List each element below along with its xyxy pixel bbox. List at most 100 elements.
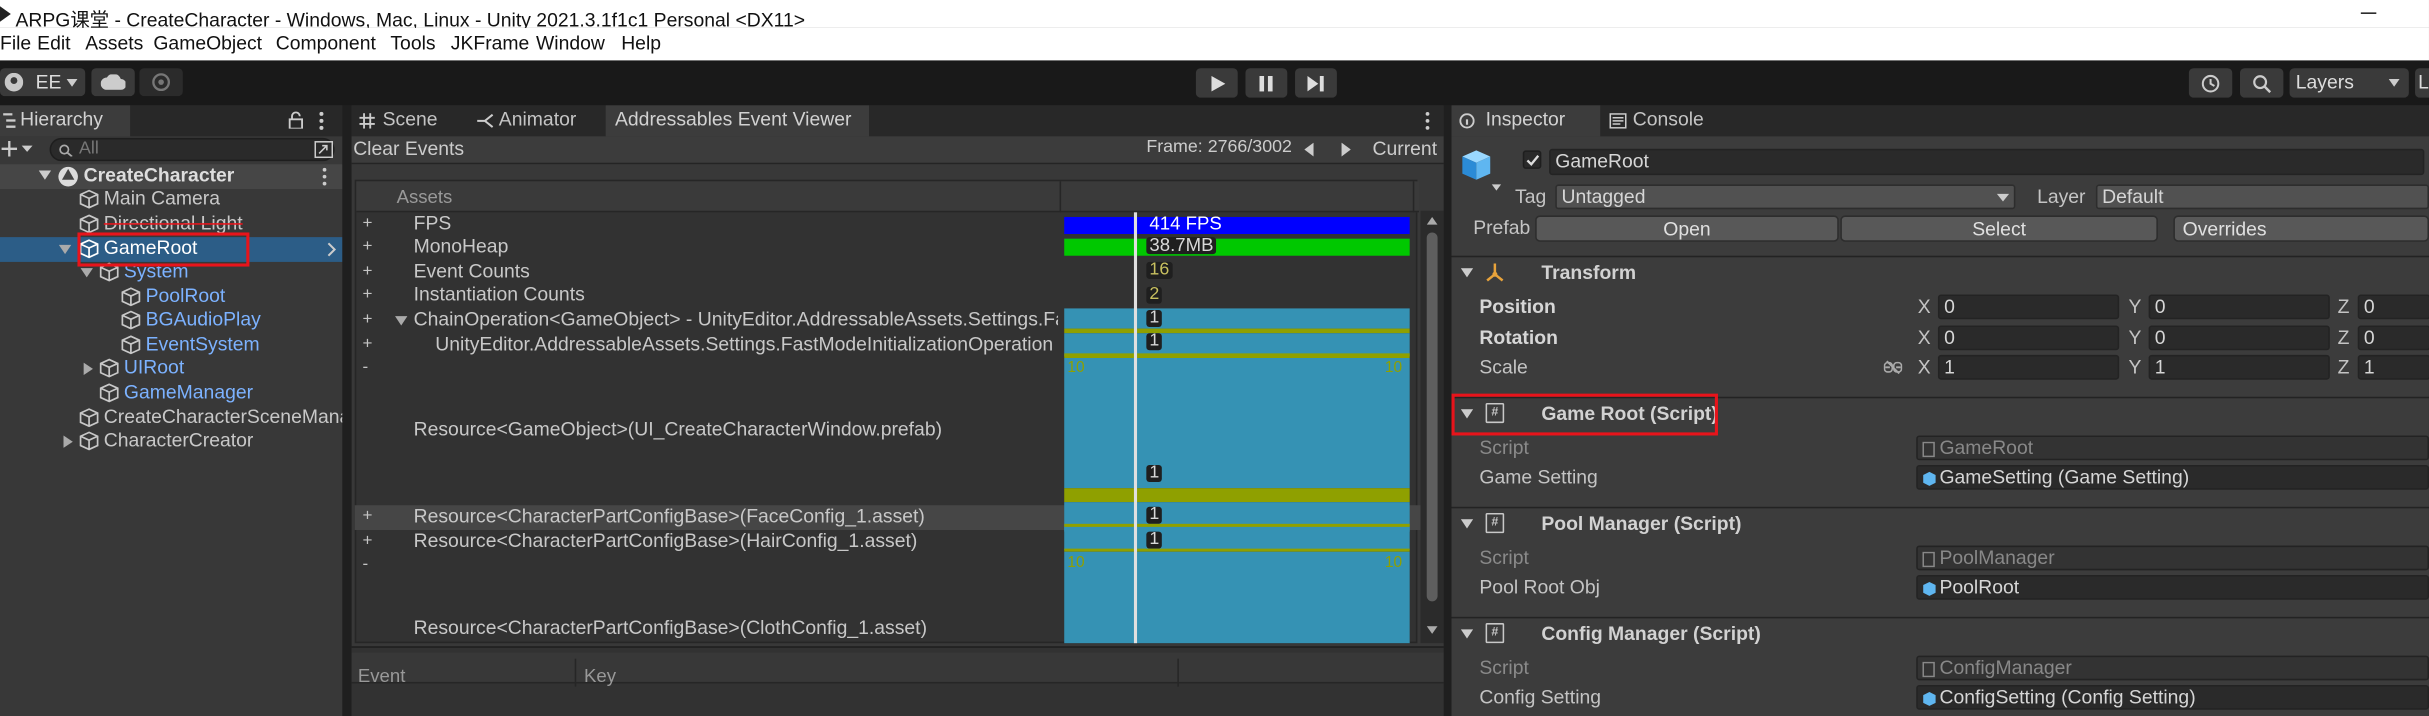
layout-dropdown[interactable]: L xyxy=(2415,68,2429,98)
hierarchy-item[interactable]: EventSystem xyxy=(0,333,342,358)
tab-scene[interactable]: Scene xyxy=(352,105,471,136)
menu-tools[interactable]: Tools xyxy=(390,33,435,55)
asset-row[interactable]: + FPS xyxy=(355,212,1058,237)
link-icon[interactable] xyxy=(1883,360,1903,375)
collapse-arrow-icon[interactable] xyxy=(1460,519,1474,529)
pause-button[interactable] xyxy=(1245,68,1288,98)
search-button[interactable] xyxy=(2239,68,2284,98)
rotation-x-input[interactable]: 0 xyxy=(1937,325,2120,351)
expand-arrow-icon[interactable] xyxy=(395,315,408,327)
more-icon[interactable] xyxy=(1425,112,1430,131)
game-root-object-field[interactable]: GameSetting (Game Setting) xyxy=(1916,464,2429,490)
current-frame-button[interactable]: Current xyxy=(1373,138,1438,160)
hierarchy-item[interactable]: CreateCharacterSceneManager xyxy=(0,406,342,431)
expand-button[interactable]: + xyxy=(362,532,372,551)
more-icon[interactable] xyxy=(322,167,327,186)
collapse-button[interactable]: - xyxy=(362,358,368,377)
asset-row[interactable]: + Resource<CharacterPartConfigBase>(HairC… xyxy=(355,530,1058,555)
config-manager-object-field[interactable]: ConfigSetting (Config Setting) xyxy=(1916,685,2429,710)
history-button[interactable] xyxy=(2188,68,2233,98)
cloud-button[interactable] xyxy=(91,68,135,97)
menu-file[interactable]: File xyxy=(0,33,31,55)
asset-row[interactable]: Resource<CharacterPartConfigBase>(ClothC… xyxy=(355,617,1058,642)
expand-arrow-icon[interactable] xyxy=(58,243,72,255)
asset-row[interactable]: + Resource<CharacterPartConfigBase>(FaceC… xyxy=(355,505,1058,530)
collapse-arrow-icon[interactable] xyxy=(62,435,74,448)
asset-row[interactable]: + ChainOperation<GameObject> - UnityEdito… xyxy=(355,308,1058,333)
tab-animator[interactable]: Animator xyxy=(471,105,607,136)
menu-gameobject[interactable]: GameObject xyxy=(153,33,262,55)
scroll-down-icon[interactable] xyxy=(1426,626,1438,634)
collapse-arrow-icon[interactable] xyxy=(1460,629,1474,639)
pool-manager-object-field[interactable]: PoolRoot xyxy=(1916,574,2429,600)
scale-y-input[interactable]: 1 xyxy=(2148,354,2330,380)
collapse-button[interactable]: - xyxy=(362,555,368,574)
menu-window[interactable]: Window xyxy=(536,33,605,55)
vertical-scrollbar[interactable] xyxy=(1420,210,1444,644)
pool-manager-script-header[interactable]: # Pool Manager (Script) xyxy=(1451,506,2429,541)
hierarchy-item[interactable]: CharacterCreator xyxy=(0,429,342,454)
rotation-z-input[interactable]: 0 xyxy=(2357,325,2429,351)
expand-button[interactable]: + xyxy=(362,335,372,354)
asset-row[interactable]: + MonoHeap xyxy=(355,236,1058,261)
hierarchy-search[interactable]: All xyxy=(49,137,335,162)
prefab-overrides-dropdown[interactable]: Overrides xyxy=(2173,215,2429,242)
hierarchy-item[interactable]: Main Camera xyxy=(0,188,342,213)
minimize-button[interactable] xyxy=(2360,12,2377,14)
expand-button[interactable]: + xyxy=(362,285,372,304)
menu-help[interactable]: Help xyxy=(621,33,661,55)
frame-cursor[interactable] xyxy=(1133,212,1138,644)
expand-button[interactable]: + xyxy=(362,310,372,329)
tab-hierarchy[interactable]: Hierarchy xyxy=(0,105,131,137)
tab-addressables-event-viewer[interactable]: Addressables Event Viewer xyxy=(605,105,870,137)
lock-icon[interactable] xyxy=(288,111,304,129)
rotation-y-input[interactable]: 0 xyxy=(2148,325,2330,351)
menu-assets[interactable]: Assets xyxy=(85,33,143,55)
tab-console[interactable]: Console xyxy=(1603,105,1727,136)
scroll-up-icon[interactable] xyxy=(1426,216,1438,225)
clear-events-button[interactable]: Clear Events xyxy=(353,138,464,160)
hierarchy-item[interactable]: BGAudioPlay xyxy=(0,308,342,333)
more-icon[interactable] xyxy=(319,111,324,131)
object-name-input[interactable]: GameRoot xyxy=(1549,148,2425,176)
asset-row[interactable]: + UnityEditor.AddressableAssets.Settings.… xyxy=(355,333,1058,358)
next-frame-icon[interactable] xyxy=(1341,142,1351,157)
asset-row[interactable]: + Instantiation Counts xyxy=(355,284,1058,309)
step-button[interactable] xyxy=(1295,68,1337,98)
hierarchy-item[interactable]: GameManager xyxy=(0,381,342,406)
config-manager-script-header[interactable]: # Config Manager (Script) xyxy=(1451,616,2429,651)
scale-x-input[interactable]: 1 xyxy=(1937,354,2120,380)
active-checkbox[interactable] xyxy=(1522,150,1542,169)
filter-icon[interactable] xyxy=(314,141,334,159)
add-icon[interactable] xyxy=(1,139,36,158)
expand-arrow-icon[interactable] xyxy=(38,170,52,181)
position-x-input[interactable]: 0 xyxy=(1937,294,2120,320)
expand-button[interactable]: + xyxy=(362,237,372,256)
position-z-input[interactable]: 0 xyxy=(2357,294,2429,320)
expand-button[interactable]: + xyxy=(362,214,372,233)
menu-jkframe[interactable]: JKFrame xyxy=(451,33,530,55)
layer-dropdown[interactable]: Default xyxy=(2095,184,2429,210)
collapse-arrow-icon[interactable] xyxy=(82,362,94,376)
prefab-open-button[interactable]: Open xyxy=(1535,215,1839,242)
asset-row[interactable]: + Event Counts xyxy=(355,260,1058,285)
tab-inspector[interactable]: Inspector xyxy=(1451,105,1601,137)
transform-header[interactable]: Transform xyxy=(1451,255,2429,290)
prev-frame-icon[interactable] xyxy=(1304,142,1314,157)
menu-component[interactable]: Component xyxy=(276,33,376,55)
asset-row[interactable]: Resource<GameObject>(UI_CreateCharacterW… xyxy=(355,418,1058,443)
expand-arrow-icon[interactable] xyxy=(80,267,93,279)
tag-dropdown[interactable]: Untagged xyxy=(1555,184,2016,210)
layers-dropdown[interactable]: Layers xyxy=(2289,68,2409,98)
hierarchy-item[interactable]: PoolRoot xyxy=(0,285,342,310)
collab-button[interactable] xyxy=(139,68,183,97)
collapse-arrow-icon[interactable] xyxy=(1460,268,1474,278)
prefab-select-button[interactable]: Select xyxy=(1840,215,2158,242)
scroll-thumb[interactable] xyxy=(1426,232,1438,602)
hierarchy-item[interactable]: UIRoot xyxy=(0,356,342,381)
account-button[interactable]: EE xyxy=(0,68,86,97)
menu-edit[interactable]: Edit xyxy=(37,33,70,55)
position-y-input[interactable]: 0 xyxy=(2148,294,2330,320)
expand-button[interactable]: + xyxy=(362,262,372,281)
expand-button[interactable]: + xyxy=(362,507,372,526)
